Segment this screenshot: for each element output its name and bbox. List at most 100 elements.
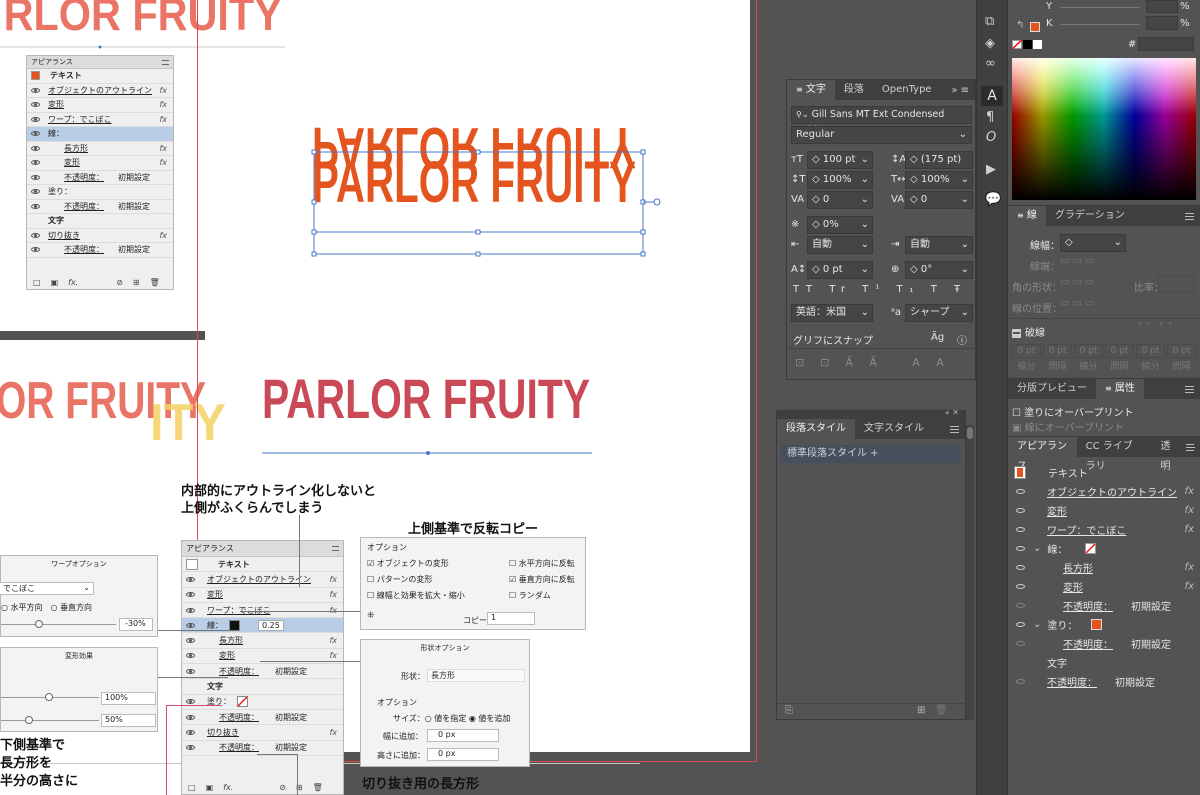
opt-transform-objects[interactable]: ☑ オブジェクトの変形: [367, 558, 449, 569]
new-stroke-icon[interactable]: □: [33, 278, 41, 287]
vscale-input[interactable]: ◇ 100% ⌄: [807, 171, 873, 189]
fx-icon[interactable]: fx: [159, 231, 167, 240]
reference-point-icon[interactable]: ⁜: [367, 611, 375, 621]
opt-transform-patterns[interactable]: ☐ パターンの変形: [367, 574, 432, 585]
font-size-input[interactable]: ◇ 100 pt ⌄: [807, 151, 873, 169]
bend-input[interactable]: -30%: [119, 618, 153, 631]
snap-buttons[interactable]: ⊡⊡ÃÃ AA: [795, 356, 960, 369]
panel-menu-icon[interactable]: [162, 60, 169, 65]
panel-menu-icon[interactable]: [1186, 443, 1195, 451]
visibility-eye-icon[interactable]: [31, 131, 40, 137]
font-style-select[interactable]: Regular ⌄: [791, 126, 972, 144]
aki-left-select[interactable]: 自動 ⌄: [807, 236, 873, 254]
appearance-row[interactable]: 不透明度： 初期設定: [1008, 672, 1200, 691]
visibility-eye-icon[interactable]: [186, 592, 195, 598]
visibility-eye-icon[interactable]: [31, 145, 40, 151]
overprint-stroke-checkbox[interactable]: ▣ 線にオーバープリント: [1012, 419, 1124, 434]
delete-style-icon[interactable]: 🗑: [935, 705, 948, 716]
dash-input[interactable]: 0 pt: [1136, 344, 1165, 358]
visibility-eye-icon[interactable]: [1016, 527, 1025, 532]
dash-input[interactable]: 0 pt: [1167, 344, 1196, 358]
appearance-row[interactable]: 文字: [27, 214, 173, 229]
appearance-row[interactable]: 不透明度： 初期設定: [27, 171, 173, 185]
visibility-eye-icon[interactable]: [31, 232, 40, 238]
visibility-eye-icon[interactable]: [186, 745, 195, 751]
new-fill-icon[interactable]: ▣: [51, 278, 59, 287]
appearance-row[interactable]: 長方形 fx: [182, 633, 343, 649]
panel-menu-icon[interactable]: [1185, 385, 1194, 393]
appearance-row[interactable]: 不透明度： 初期設定: [27, 243, 173, 258]
fill-swatch[interactable]: [1091, 619, 1103, 630]
opt-random[interactable]: ☐ ランダム: [509, 590, 551, 601]
dash-input[interactable]: 0 pt: [1012, 344, 1041, 358]
fx-icon[interactable]: fx.: [68, 278, 78, 287]
kerning-input[interactable]: ◇ 0 ⌄: [807, 191, 873, 209]
tab-attributes[interactable]: ≡ 属性: [1096, 379, 1144, 399]
artboards-icon[interactable]: ⧉: [985, 14, 994, 29]
panel-menu-icon[interactable]: [950, 425, 959, 433]
k-input[interactable]: [1146, 16, 1178, 30]
appearance-row[interactable]: 不透明度： 初期設定: [1008, 634, 1200, 653]
opt-scale-strokes[interactable]: ☐ 線幅と効果を拡大・縮小: [367, 590, 465, 601]
appearance-row[interactable]: 変形 fx: [182, 588, 343, 603]
appearance-row[interactable]: 長方形 fx: [27, 142, 173, 156]
appearance-row[interactable]: ⌄ 塗り：: [1008, 615, 1200, 634]
visibility-eye-icon[interactable]: [1016, 622, 1025, 627]
font-family-select[interactable]: ⚲⌄ Gill Sans MT Ext Condensed Bold⌄: [791, 106, 972, 136]
glyph-icon[interactable]: Ãg: [931, 332, 944, 343]
tab-appearance[interactable]: アピアランス: [1008, 437, 1077, 472]
fx-icon[interactable]: fx: [329, 575, 337, 584]
visibility-eye-icon[interactable]: [186, 576, 195, 582]
info-icon[interactable]: ⓘ: [957, 332, 967, 347]
visibility-eye-icon[interactable]: [186, 729, 195, 735]
fx-icon[interactable]: fx: [329, 728, 337, 737]
color-spectrum[interactable]: [1012, 58, 1196, 200]
tab-cc-libraries[interactable]: CC ライブラリ: [1077, 437, 1152, 472]
fx-icon[interactable]: fx.: [223, 783, 233, 792]
visibility-eye-icon[interactable]: [186, 607, 195, 613]
visibility-eye-icon[interactable]: [186, 638, 195, 644]
appearance-row[interactable]: 切り抜き fx: [27, 229, 173, 243]
visibility-eye-icon[interactable]: [1016, 641, 1025, 646]
fx-icon[interactable]: fx: [159, 100, 167, 109]
dash-align-buttons[interactable]: ⌜⌝ ⌜⌝: [1138, 322, 1175, 333]
stroke-width-input[interactable]: 0.25: [258, 619, 284, 631]
appearance-row[interactable]: テキスト: [27, 69, 173, 84]
trash-icon[interactable]: 🗑: [150, 278, 160, 287]
dash-input[interactable]: 0 pt: [1074, 344, 1103, 358]
clear-icon[interactable]: ⊘: [116, 278, 123, 287]
visibility-eye-icon[interactable]: [1016, 565, 1025, 570]
appearance-row[interactable]: 線： 0.25: [182, 618, 343, 634]
visibility-eye-icon[interactable]: [1016, 508, 1025, 513]
scrollbar[interactable]: [966, 425, 974, 720]
visibility-eye-icon[interactable]: [1016, 489, 1025, 494]
visibility-eye-icon[interactable]: [1016, 546, 1025, 551]
comments-icon[interactable]: 💬: [985, 192, 1001, 207]
appearance-row[interactable]: テキスト: [182, 557, 343, 573]
appearance-row[interactable]: 変形 fx: [1008, 577, 1200, 596]
width-input[interactable]: 0 px: [427, 729, 499, 742]
appearance-row[interactable]: 線：: [27, 127, 173, 142]
tab-separations[interactable]: 分版プレビュー: [1008, 379, 1096, 399]
paragraph-icon[interactable]: ¶: [986, 110, 994, 125]
visibility-eye-icon[interactable]: [31, 116, 40, 122]
aki-right-select[interactable]: 自動 ⌄: [905, 236, 973, 254]
links-icon[interactable]: ∞: [985, 56, 996, 71]
visibility-eye-icon[interactable]: [186, 714, 195, 720]
opentype-icon[interactable]: O: [986, 130, 996, 145]
duplicate-icon[interactable]: ⊞: [133, 278, 140, 287]
none-swatch[interactable]: [1012, 40, 1022, 49]
fx-icon[interactable]: fx: [159, 158, 167, 167]
swap-arrow-icon[interactable]: ↰: [1016, 20, 1024, 31]
visibility-eye-icon[interactable]: [1016, 603, 1025, 608]
ratio-input[interactable]: [1158, 276, 1194, 292]
appearance-row[interactable]: 不透明度： 初期設定: [182, 710, 343, 726]
tab-paragraph[interactable]: 段落: [835, 80, 873, 100]
fx-icon[interactable]: fx: [329, 590, 337, 599]
appearance-row[interactable]: ワープ：でこぼこ fx: [27, 113, 173, 127]
visibility-eye-icon[interactable]: [1016, 584, 1025, 589]
dash-input[interactable]: 0 pt: [1043, 344, 1072, 358]
text-style-buttons[interactable]: TT Tr T¹ T₁ T Ŧ: [793, 284, 967, 295]
fx-icon[interactable]: fx: [329, 636, 337, 645]
new-style-icon[interactable]: ⊞: [917, 705, 925, 716]
